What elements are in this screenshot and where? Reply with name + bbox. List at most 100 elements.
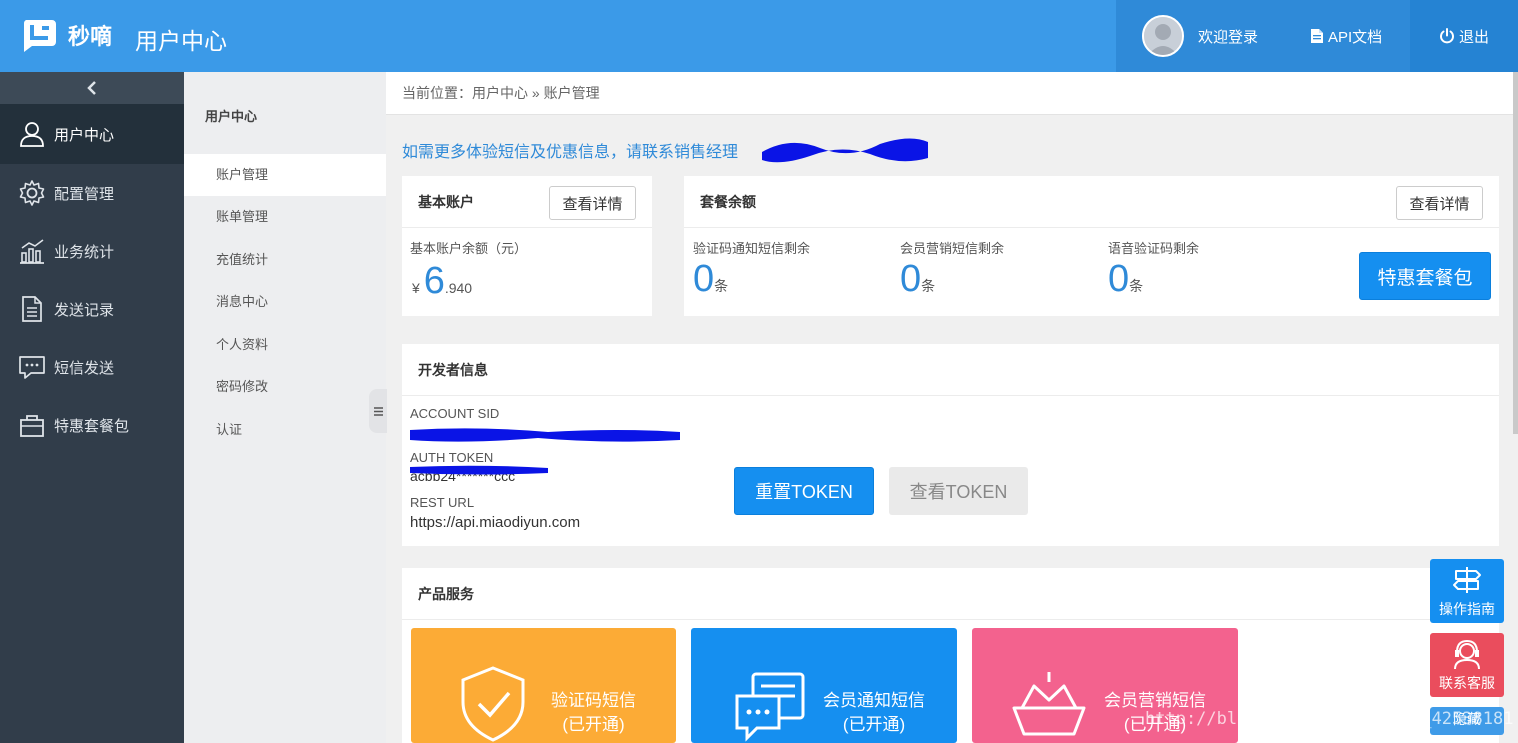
signpost-icon bbox=[1453, 567, 1481, 593]
package-detail-button[interactable]: 查看详情 bbox=[1396, 186, 1483, 220]
api-docs-link[interactable]: API文档 bbox=[1288, 0, 1410, 72]
balance-value: ¥ 6.940 bbox=[412, 260, 472, 303]
document-icon bbox=[1311, 29, 1323, 43]
currency-symbol: ¥ bbox=[412, 280, 420, 296]
redaction-scribble bbox=[410, 428, 680, 442]
balance-integer: 6 bbox=[423, 260, 445, 302]
sidebar-item-user-center[interactable]: 用户中心 bbox=[0, 104, 184, 164]
package-balance-card: 套餐余额 查看详情 验证码通知短信剩余 0条 会员营销短信剩余 0条 语音验证码… bbox=[684, 176, 1499, 316]
remaining-unit: 条 bbox=[1129, 278, 1144, 294]
sidebar-item-label: 业务统计 bbox=[54, 243, 115, 261]
card-title: 开发者信息 bbox=[402, 344, 1499, 396]
subnav-item-account[interactable]: 账户管理 bbox=[184, 154, 386, 196]
brand-name: 秒嘀 bbox=[68, 24, 113, 49]
user-icon bbox=[20, 122, 44, 147]
top-bar: 秒嘀 用户中心 欢迎登录 API文档 退出 bbox=[0, 0, 1518, 72]
rest-url-value: https://api.miaodiyun.com bbox=[410, 514, 581, 531]
subnav-item-verify[interactable]: 认证 bbox=[184, 409, 386, 451]
remaining-count: 0 bbox=[900, 258, 922, 300]
customer-service-icon bbox=[1454, 639, 1480, 670]
subnav-title: 用户中心 bbox=[205, 109, 258, 124]
subnav-toggle-handle[interactable] bbox=[369, 389, 387, 433]
card-title: 套餐余额 bbox=[684, 176, 1499, 228]
remaining-count: 0 bbox=[693, 258, 715, 300]
view-token-button[interactable]: 查看TOKEN bbox=[889, 467, 1028, 515]
login-link[interactable]: 欢迎登录 bbox=[1198, 26, 1258, 47]
bag-icon bbox=[20, 415, 44, 437]
redaction-scribble bbox=[762, 138, 928, 163]
scrollbar[interactable] bbox=[1513, 72, 1518, 434]
sidebar-item-label: 短信发送 bbox=[54, 359, 115, 377]
guide-float-button[interactable]: 操作指南 bbox=[1430, 559, 1504, 623]
chevron-left-icon bbox=[87, 81, 96, 95]
package-item-value: 0条 bbox=[693, 258, 728, 301]
sub-navigation: 用户中心 账户管理 账单管理 充值统计 消息中心 个人资料 密码修改 认证 bbox=[184, 72, 386, 743]
gear-icon bbox=[19, 180, 45, 206]
product-name: 会员通知短信 bbox=[823, 691, 925, 710]
sidebar-item-config[interactable]: 配置管理 bbox=[0, 164, 184, 222]
support-label: 联系客服 bbox=[1439, 675, 1495, 691]
remaining-unit: 条 bbox=[921, 278, 936, 294]
user-menu[interactable]: 欢迎登录 bbox=[1116, 0, 1288, 72]
bar-chart-icon bbox=[20, 239, 44, 264]
subnav-item-recharge[interactable]: 充值统计 bbox=[184, 239, 386, 281]
logout-button[interactable]: 退出 bbox=[1410, 0, 1518, 72]
subnav-item-messages[interactable]: 消息中心 bbox=[184, 281, 386, 323]
logout-label: 退出 bbox=[1458, 28, 1489, 46]
basic-account-card: 基本账户 查看详情 基本账户余额（元） ¥ 6.940 bbox=[402, 176, 652, 316]
package-item-label: 会员营销短信剩余 bbox=[900, 241, 1005, 256]
product-status: (已开通) bbox=[842, 715, 906, 734]
balance-decimal: .940 bbox=[444, 280, 473, 296]
power-icon bbox=[1440, 28, 1454, 44]
default-avatar-icon bbox=[1144, 17, 1182, 55]
document-icon bbox=[22, 296, 42, 322]
chat-icon bbox=[19, 356, 45, 379]
menu-lines-icon bbox=[373, 406, 383, 416]
sidebar-item-promo-package[interactable]: 特惠套餐包 bbox=[0, 396, 184, 454]
auth-token-label: AUTH TOKEN bbox=[410, 450, 494, 465]
sidebar-item-stats[interactable]: 业务统计 bbox=[0, 222, 184, 280]
basic-detail-button[interactable]: 查看详情 bbox=[549, 186, 636, 220]
package-item-value: 0条 bbox=[900, 258, 935, 301]
api-docs-label: API文档 bbox=[1328, 28, 1383, 46]
subnav-item-password[interactable]: 密码修改 bbox=[184, 366, 386, 408]
top-right-actions: 欢迎登录 API文档 退出 bbox=[1116, 0, 1518, 72]
product-tile-verify-sms[interactable]: 验证码短信 (已开通) bbox=[411, 628, 676, 743]
watermark: http://blog.csdn.net/weixin_42538181 bbox=[1145, 709, 1514, 729]
sidebar-item-sms-send[interactable]: 短信发送 bbox=[0, 338, 184, 396]
sidebar: 用户中心 配置管理 业务统计 发送记录 短信发送 特惠套餐包 bbox=[0, 72, 184, 743]
subnav-item-profile[interactable]: 个人资料 bbox=[184, 324, 386, 366]
card-title: 产品服务 bbox=[402, 568, 1499, 620]
reset-token-button[interactable]: 重置TOKEN bbox=[734, 467, 874, 515]
rest-url-label: REST URL bbox=[410, 495, 475, 510]
guide-label: 操作指南 bbox=[1439, 601, 1495, 617]
logo-icon bbox=[23, 20, 56, 52]
package-item-value: 0条 bbox=[1108, 258, 1143, 301]
remaining-unit: 条 bbox=[714, 278, 729, 294]
auth-token-value: acbb24*******ccc bbox=[410, 468, 516, 484]
support-float-button[interactable]: 联系客服 bbox=[1430, 633, 1504, 697]
avatar[interactable] bbox=[1142, 15, 1184, 57]
product-name: 会员营销短信 bbox=[1104, 691, 1206, 710]
sidebar-item-label: 配置管理 bbox=[54, 185, 115, 203]
app-title: 用户中心 bbox=[135, 28, 227, 54]
product-tile-notice-sms[interactable]: 会员通知短信 (已开通) bbox=[691, 628, 957, 743]
developer-info-card: 开发者信息 ACCOUNT SID AUTH TOKEN acbb24*****… bbox=[402, 344, 1499, 546]
account-sid-label: ACCOUNT SID bbox=[410, 406, 500, 421]
promo-package-button[interactable]: 特惠套餐包 bbox=[1359, 252, 1491, 300]
sidebar-item-send-records[interactable]: 发送记录 bbox=[0, 280, 184, 338]
sales-notice: 如需更多体验短信及优惠信息，请联系销售经理 bbox=[402, 144, 739, 161]
subnav-item-billing[interactable]: 账单管理 bbox=[184, 196, 386, 238]
sidebar-item-label: 特惠套餐包 bbox=[54, 417, 130, 435]
sidebar-collapse-button[interactable] bbox=[0, 72, 184, 104]
balance-label: 基本账户余额（元） bbox=[410, 241, 528, 256]
product-name: 验证码短信 bbox=[551, 691, 636, 710]
remaining-count: 0 bbox=[1108, 258, 1130, 300]
package-item-label: 验证码通知短信剩余 bbox=[693, 241, 811, 256]
sidebar-item-label: 发送记录 bbox=[54, 301, 115, 319]
logo[interactable]: 秒嘀 bbox=[20, 16, 112, 54]
package-item-label: 语音验证码剩余 bbox=[1108, 241, 1200, 256]
product-status: (已开通) bbox=[562, 715, 625, 734]
breadcrumb: 当前位置：用户中心 » 账户管理 bbox=[386, 72, 1518, 115]
sidebar-item-label: 用户中心 bbox=[54, 126, 115, 144]
